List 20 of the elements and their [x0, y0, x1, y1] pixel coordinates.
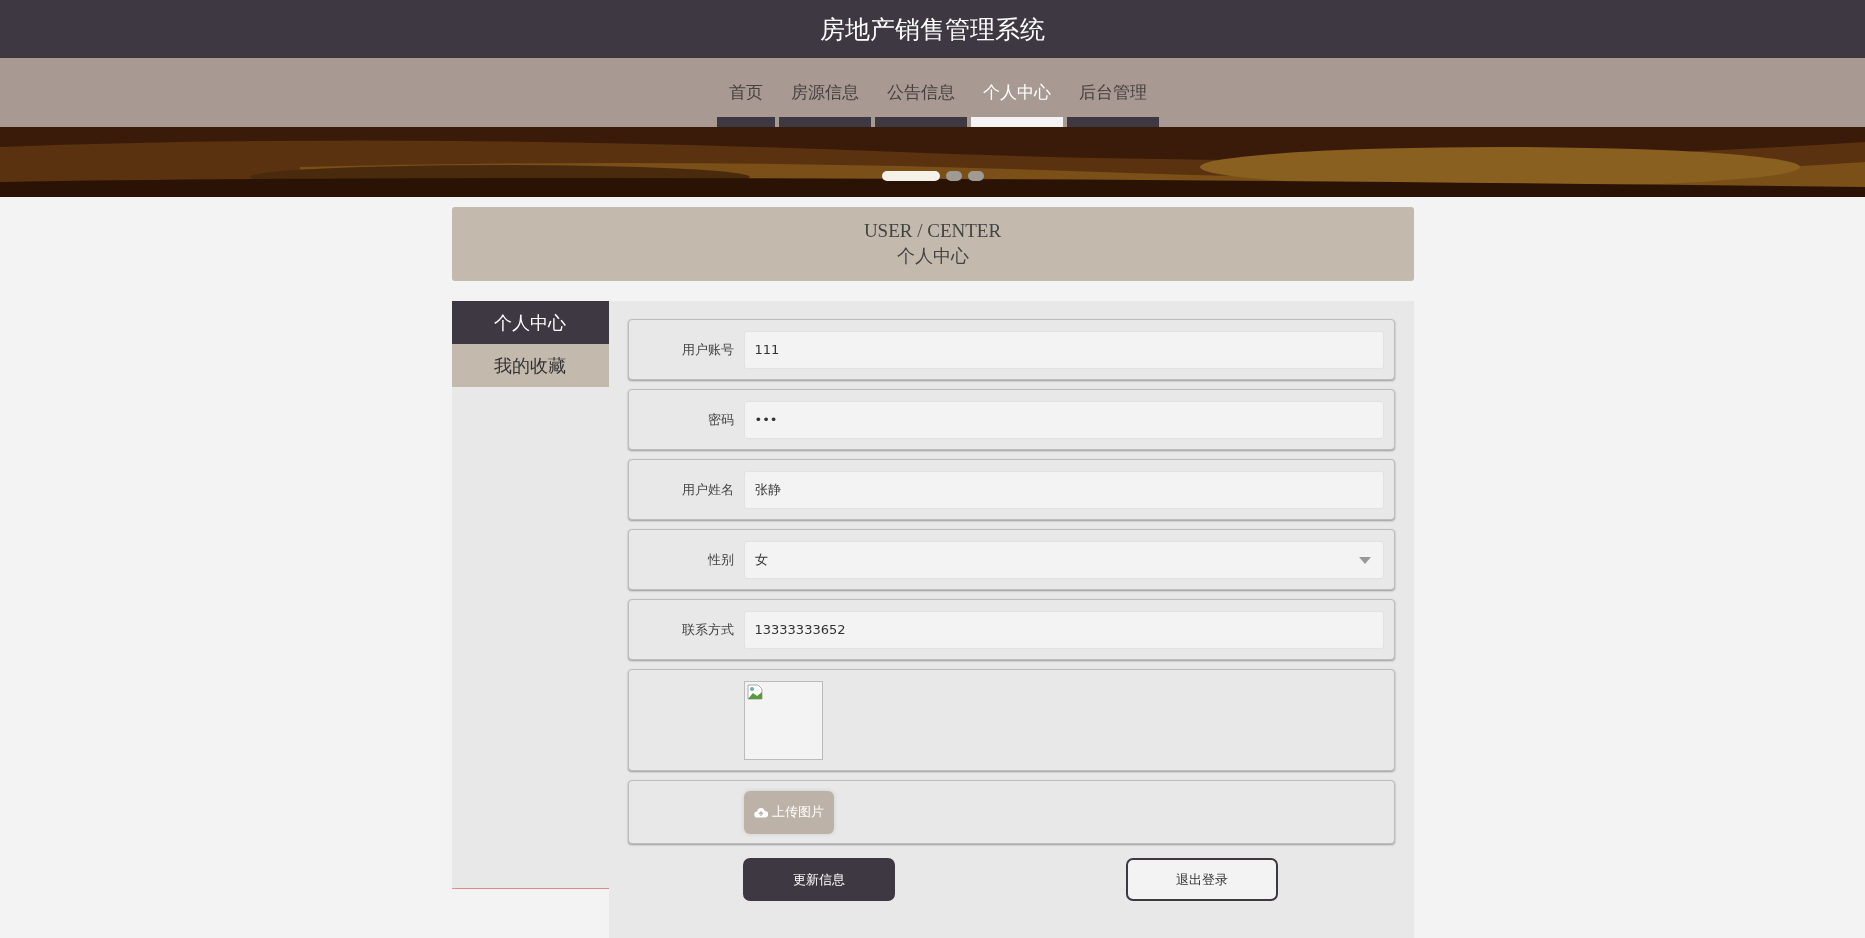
field-label: 密码 — [706, 410, 735, 429]
field-label: 用户姓名 — [680, 480, 735, 499]
heading-english: USER / CENTER — [863, 220, 1002, 242]
logout-button[interactable]: 退出登录 — [1125, 858, 1278, 901]
broken-image-icon — [746, 683, 763, 700]
sidebar-item[interactable]: 我的收藏 — [451, 344, 609, 387]
caret-icon — [1358, 556, 1371, 564]
password-field[interactable]: ••• — [743, 400, 1384, 439]
gender-select[interactable]: 女 — [743, 540, 1384, 579]
input-field[interactable]: 111 — [743, 330, 1384, 369]
site-title: 房地产销售管理系统 — [820, 13, 1045, 46]
field-label: 性别 — [706, 550, 735, 569]
field-label: 联系方式 — [680, 620, 735, 639]
sidebar-item[interactable]: 个人中心 — [451, 301, 609, 344]
field-label: 用户账号 — [680, 340, 735, 359]
cloud-upload-icon — [753, 806, 768, 818]
input-field[interactable]: 13333333652 — [743, 610, 1384, 649]
heading-chinese: 个人中心 — [896, 245, 969, 268]
update-button[interactable]: 更新信息 — [742, 858, 895, 901]
input-field[interactable]: 张静 — [743, 470, 1384, 509]
